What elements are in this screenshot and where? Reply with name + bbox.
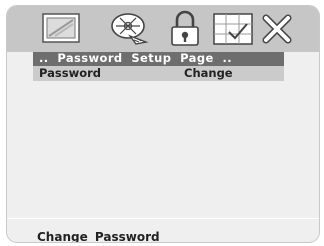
menu-item-value: Change (184, 66, 233, 80)
menu-item-password[interactable]: Password Change (33, 66, 284, 81)
status-divider (7, 218, 319, 219)
exit-setup-icon[interactable] (260, 10, 294, 48)
preference-setup-icon[interactable] (207, 10, 261, 48)
video-setup-icon[interactable] (106, 10, 154, 48)
section-title: .. Password Setup Page .. (39, 51, 233, 65)
general-setup-icon[interactable] (35, 10, 87, 48)
setup-screen: .. Password Setup Page .. Password Chang… (0, 0, 324, 246)
setup-toolbar (7, 6, 319, 52)
menu-item-label: Password (39, 66, 101, 80)
password-setup-icon[interactable] (165, 10, 205, 48)
section-header: .. Password Setup Page .. (33, 51, 284, 66)
setup-panel: .. Password Setup Page .. Password Chang… (6, 5, 320, 243)
status-text: Change Password (37, 230, 160, 243)
